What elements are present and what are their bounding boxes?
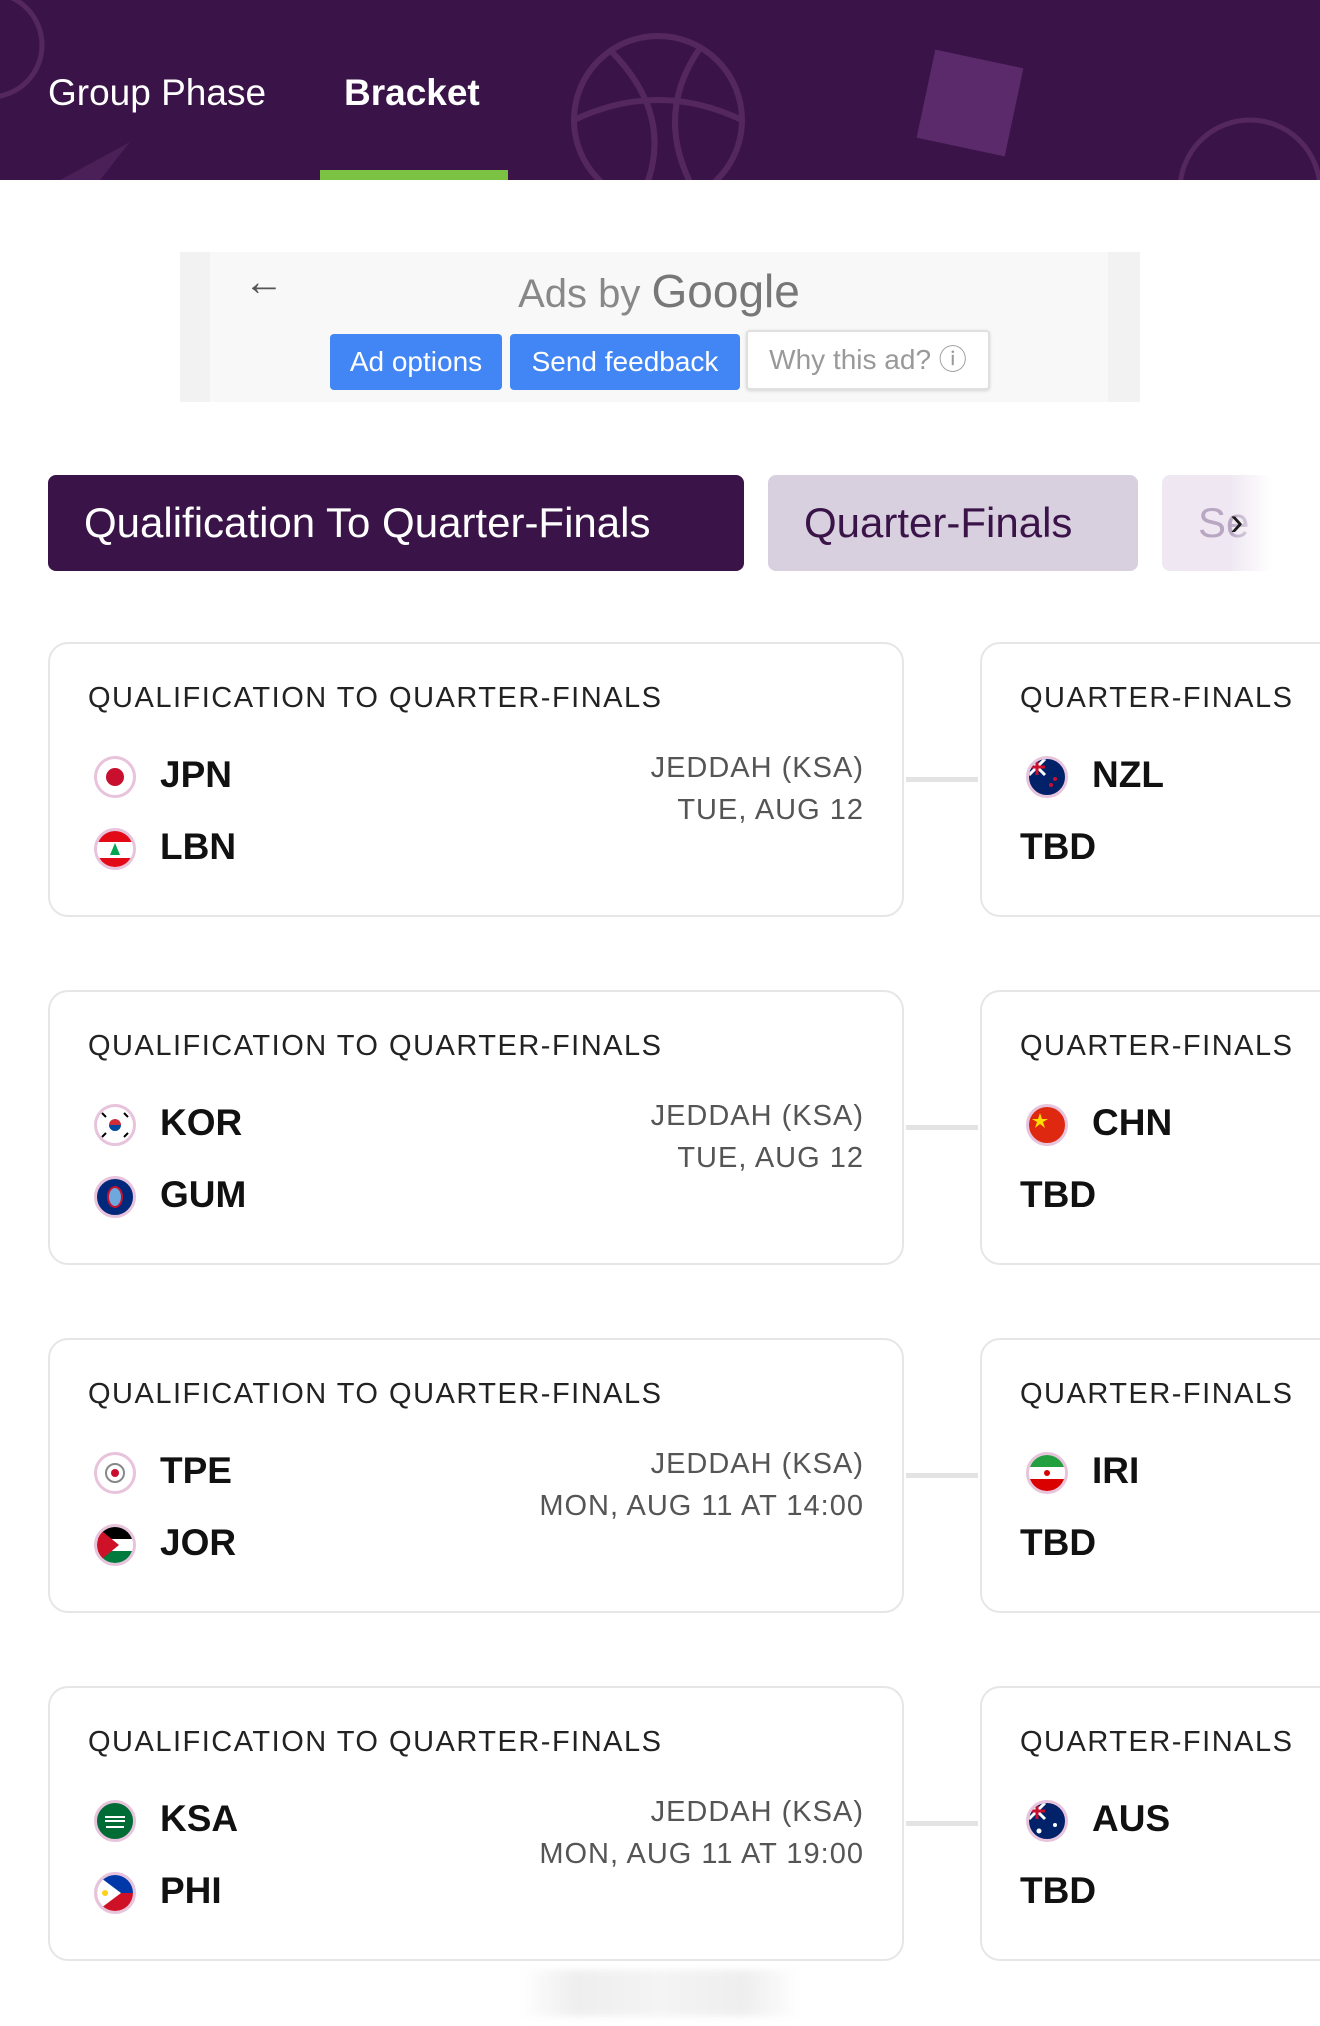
saudi-arabia-flag-icon xyxy=(94,1800,136,1842)
match-venue: JEDDAH (KSA) xyxy=(650,752,864,784)
match-round-label: QUARTER-FINALS xyxy=(1020,682,1294,714)
tbd-label: TBD xyxy=(1020,1522,1097,1563)
match-round-label: QUARTER-FINALS xyxy=(1020,1030,1294,1062)
blurred-footer xyxy=(520,1970,800,2016)
match-card[interactable]: QUALIFICATION TO QUARTER-FINALS KOR GUM … xyxy=(48,990,904,1265)
team-code: LBN xyxy=(160,826,237,867)
why-this-ad-button[interactable]: Why this ad? ⓘ xyxy=(746,330,990,390)
korea-flag-icon xyxy=(94,1104,136,1146)
ad-options-button[interactable]: Ad options xyxy=(330,334,502,390)
jordan-flag-icon xyxy=(94,1524,136,1566)
quarter-final-card[interactable]: QUARTER-FINALS IRI TBD xyxy=(980,1338,1320,1613)
quarter-final-card[interactable]: QUARTER-FINALS AUS TBD xyxy=(980,1686,1320,1961)
match-date: MON, AUG 11 AT 19:00 xyxy=(539,1838,864,1870)
ads-by-google-label: Ads by Google xyxy=(210,264,1108,318)
send-feedback-button[interactable]: Send feedback xyxy=(510,334,740,390)
ads-brand: Google xyxy=(651,265,800,317)
match-venue: JEDDAH (KSA) xyxy=(650,1796,864,1828)
iran-flag-icon xyxy=(1026,1452,1068,1494)
bracket-connector xyxy=(906,1125,978,1130)
china-flag-icon xyxy=(1026,1104,1068,1146)
ad-panel: ← Ads by Google Ad options Send feedback… xyxy=(210,252,1108,402)
ads-by-prefix: Ads by xyxy=(518,272,641,316)
team-code: GUM xyxy=(160,1174,247,1215)
quarter-final-card[interactable]: QUARTER-FINALS NZL TBD xyxy=(980,642,1320,917)
match-round-label: QUALIFICATION TO QUARTER-FINALS xyxy=(88,1378,663,1410)
match-card[interactable]: QUALIFICATION TO QUARTER-FINALS JPN LBN … xyxy=(48,642,904,917)
match-card[interactable]: QUALIFICATION TO QUARTER-FINALS KSA PHI … xyxy=(48,1686,904,1961)
japan-flag-icon xyxy=(94,756,136,798)
match-date: TUE, AUG 12 xyxy=(677,794,864,826)
match-round-label: QUALIFICATION TO QUARTER-FINALS xyxy=(88,1726,663,1758)
quarter-final-card[interactable]: QUARTER-FINALS CHN TBD xyxy=(980,990,1320,1265)
team-code: JPN xyxy=(160,754,232,795)
match-card[interactable]: QUALIFICATION TO QUARTER-FINALS TPE JOR … xyxy=(48,1338,904,1613)
round-tab-qualification[interactable]: Qualification To Quarter-Finals xyxy=(48,475,744,571)
chinese-taipei-flag-icon xyxy=(94,1452,136,1494)
round-tab-quarter-finals[interactable]: Quarter-Finals xyxy=(768,475,1138,571)
match-round-label: QUARTER-FINALS xyxy=(1020,1726,1294,1758)
bracket-connector xyxy=(906,777,978,782)
app-header: Group Phase Bracket xyxy=(0,0,1320,180)
match-round-label: QUALIFICATION TO QUARTER-FINALS xyxy=(88,682,663,714)
tbd-label: TBD xyxy=(1020,826,1097,867)
match-venue: JEDDAH (KSA) xyxy=(650,1100,864,1132)
chevron-right-icon[interactable]: › xyxy=(1230,500,1243,545)
match-venue: JEDDAH (KSA) xyxy=(650,1448,864,1480)
team-code: TPE xyxy=(160,1450,232,1491)
team-code: CHN xyxy=(1092,1102,1173,1143)
tab-group-phase[interactable]: Group Phase xyxy=(48,72,266,114)
team-code: PHI xyxy=(160,1870,222,1911)
tbd-label: TBD xyxy=(1020,1174,1097,1215)
active-tab-indicator xyxy=(320,170,508,180)
ad-banner: ← Ads by Google Ad options Send feedback… xyxy=(180,252,1140,402)
tab-bracket[interactable]: Bracket xyxy=(344,72,480,114)
team-code: AUS xyxy=(1092,1798,1171,1839)
bracket-connector xyxy=(906,1473,978,1478)
team-code: NZL xyxy=(1092,754,1164,795)
match-round-label: QUALIFICATION TO QUARTER-FINALS xyxy=(88,1030,663,1062)
team-code: KSA xyxy=(160,1798,239,1839)
team-code: KOR xyxy=(160,1102,243,1143)
match-round-label: QUARTER-FINALS xyxy=(1020,1378,1294,1410)
new-zealand-flag-icon xyxy=(1026,756,1068,798)
match-date: MON, AUG 11 AT 14:00 xyxy=(539,1490,864,1522)
match-date: TUE, AUG 12 xyxy=(677,1142,864,1174)
philippines-flag-icon xyxy=(94,1872,136,1914)
tbd-label: TBD xyxy=(1020,1870,1097,1911)
team-code: IRI xyxy=(1092,1450,1140,1491)
lebanon-flag-icon xyxy=(94,828,136,870)
australia-flag-icon xyxy=(1026,1800,1068,1842)
guam-flag-icon xyxy=(94,1176,136,1218)
bracket-connector xyxy=(906,1821,978,1826)
team-code: JOR xyxy=(160,1522,237,1563)
